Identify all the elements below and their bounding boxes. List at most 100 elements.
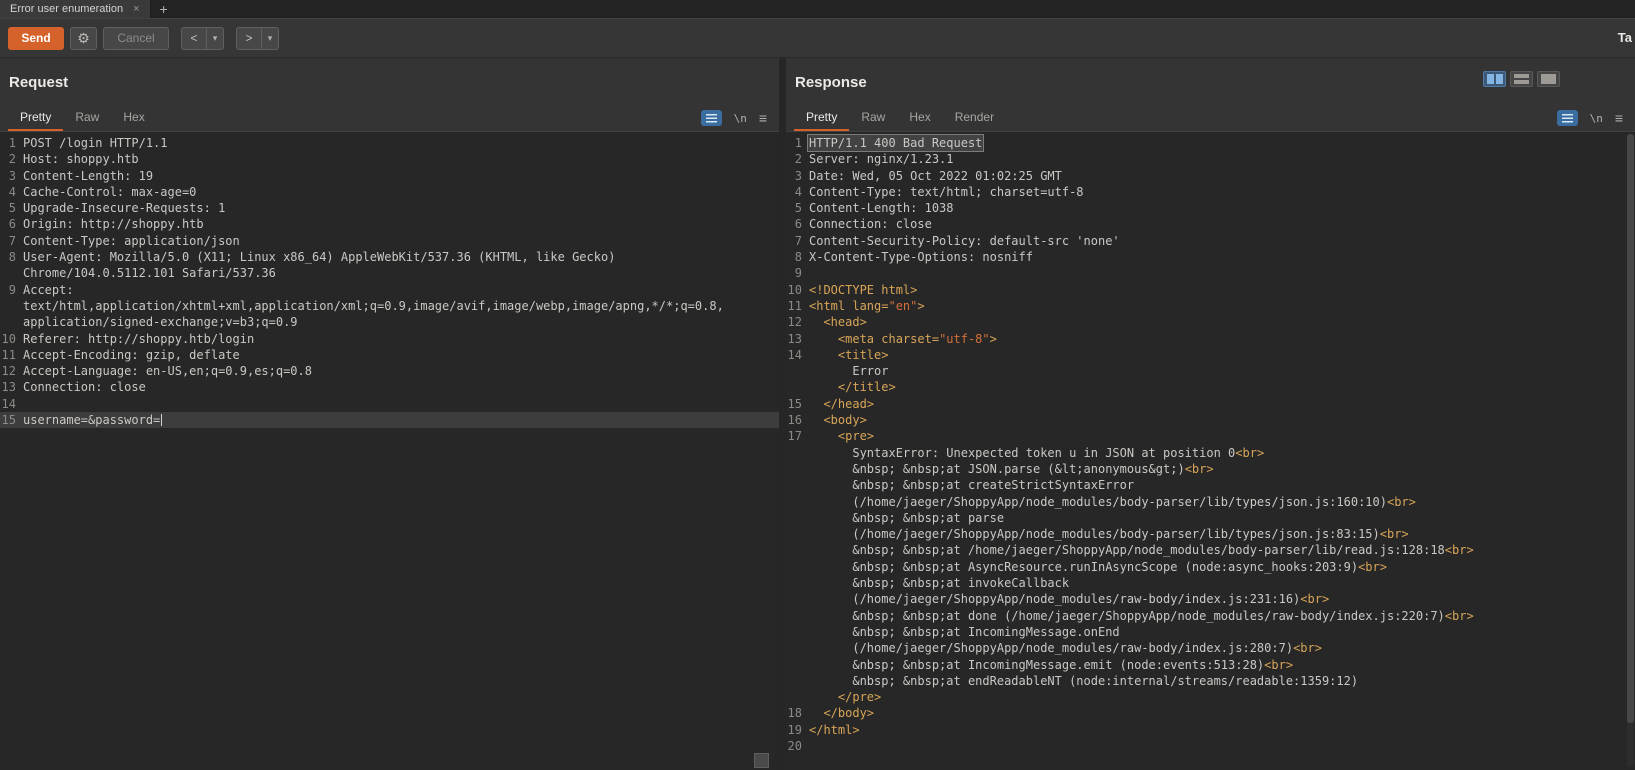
code-line[interactable]: Error — [786, 363, 1635, 379]
layout-rows-button[interactable] — [1510, 71, 1533, 87]
request-editor[interactable]: 1 POST /login HTTP/1.1 2 Host: shoppy.htb 3 C… — [0, 132, 779, 770]
code-line[interactable]: SyntaxError: Unexpected token u in JSON … — [786, 445, 1635, 461]
code-text: Accept-Language: en-US,en;q=0.9,es;q=0.8 — [23, 364, 312, 379]
code-line[interactable]: 4 Content-Type: text/html; charset=utf-8 — [786, 184, 1635, 200]
scrollbar-corner[interactable] — [754, 753, 769, 768]
code-line[interactable]: &nbsp; &nbsp;at JSON.parse (&lt;anonymou… — [786, 461, 1635, 477]
settings-gear-button[interactable]: ⚙ — [70, 26, 97, 50]
code-line[interactable]: 7 Content-Type: application/json — [0, 233, 779, 249]
code-line[interactable]: 18 </body> — [786, 705, 1635, 721]
code-line[interactable]: 2 Host: shoppy.htb — [0, 151, 779, 167]
code-line[interactable]: 19 </html> — [786, 722, 1635, 738]
pretty-print-icon[interactable] — [1556, 110, 1578, 126]
show-newlines-toggle[interactable]: \n — [734, 112, 747, 125]
tab-hex[interactable]: Hex — [897, 106, 942, 131]
layout-columns-button[interactable] — [1483, 71, 1506, 87]
code-line[interactable]: &nbsp; &nbsp;at IncomingMessage.onEnd — [786, 624, 1635, 640]
line-number — [786, 591, 808, 607]
code-line[interactable]: 12 Accept-Language: en-US,en;q=0.9,es;q=0… — [0, 363, 779, 379]
code-line[interactable]: &nbsp; &nbsp;at createStrictSyntaxError — [786, 477, 1635, 493]
code-line[interactable]: 9 Accept: — [0, 282, 779, 298]
editor-menu-icon[interactable]: ≡ — [759, 111, 767, 125]
code-line[interactable]: 8 User-Agent: Mozilla/5.0 (X11; Linux x86… — [0, 249, 779, 265]
repeater-tab-strip: Error user enumeration × + — [0, 0, 1635, 19]
cancel-button[interactable]: Cancel — [103, 26, 169, 50]
new-tab-button[interactable]: + — [151, 0, 177, 18]
code-line[interactable]: (/home/jaeger/ShoppyApp/node_modules/raw… — [786, 640, 1635, 656]
code-line[interactable]: 2 Server: nginx/1.23.1 — [786, 151, 1635, 167]
send-button[interactable]: Send — [8, 26, 64, 50]
code-line[interactable]: &nbsp; &nbsp;at endReadableNT (node:inte… — [786, 673, 1635, 689]
code-line[interactable]: 14 <title> — [786, 347, 1635, 363]
code-line[interactable]: 10 Referer: http://shoppy.htb/login — [0, 331, 779, 347]
pretty-print-icon[interactable] — [700, 110, 722, 126]
code-line[interactable]: Chrome/104.0.5112.101 Safari/537.36 — [0, 265, 779, 281]
code-text: Content-Type: text/html; charset=utf-8 — [809, 184, 1084, 199]
repeater-tab[interactable]: Error user enumeration × — [0, 0, 151, 18]
code-line[interactable]: 6 Origin: http://shoppy.htb — [0, 216, 779, 232]
code-line[interactable]: 11 <html lang="en"> — [786, 298, 1635, 314]
history-back-button[interactable]: < — [181, 26, 207, 50]
tab-hex[interactable]: Hex — [111, 106, 156, 131]
code-line[interactable]: text/html,application/xhtml+xml,applicat… — [0, 298, 779, 314]
code-text: &nbsp; &nbsp;at IncomingMessage.onEnd — [809, 624, 1120, 639]
code-line[interactable]: 1 POST /login HTTP/1.1 — [0, 135, 779, 151]
tab-pretty[interactable]: Pretty — [794, 106, 850, 131]
tab-render[interactable]: Render — [943, 106, 1006, 131]
scrollbar-thumb[interactable] — [1627, 134, 1634, 723]
code-line[interactable]: &nbsp; &nbsp;at done (/home/jaeger/Shopp… — [786, 608, 1635, 624]
code-line[interactable]: 3 Content-Length: 19 — [0, 168, 779, 184]
code-line[interactable]: 11 Accept-Encoding: gzip, deflate — [0, 347, 779, 363]
code-line[interactable]: 15 username=&password= — [0, 412, 779, 429]
code-line[interactable]: &nbsp; &nbsp;at invokeCallback — [786, 575, 1635, 591]
code-line[interactable]: &nbsp; &nbsp;at AsyncResource.runInAsync… — [786, 559, 1635, 575]
code-line[interactable]: (/home/jaeger/ShoppyApp/node_modules/raw… — [786, 591, 1635, 607]
code-text: </title> — [837, 380, 896, 395]
code-line[interactable]: 12 <head> — [786, 314, 1635, 330]
code-line[interactable]: 13 <meta charset="utf-8"> — [786, 331, 1635, 347]
code-text: SyntaxError: Unexpected token u in JSON … — [809, 445, 1265, 460]
code-text: (/home/jaeger/ShoppyApp/node_modules/raw… — [809, 641, 1322, 656]
editor-menu-icon[interactable]: ≡ — [1615, 111, 1623, 125]
code-line[interactable]: 10 <!DOCTYPE html> — [786, 282, 1635, 298]
code-line[interactable]: &nbsp; &nbsp;at parse — [786, 510, 1635, 526]
panel-divider[interactable] — [779, 58, 786, 770]
code-line[interactable]: 17 <pre> — [786, 428, 1635, 444]
code-line[interactable]: 5 Content-Length: 1038 — [786, 200, 1635, 216]
tab-pretty[interactable]: Pretty — [8, 106, 64, 131]
code-line[interactable]: &nbsp; &nbsp;at IncomingMessage.emit (no… — [786, 657, 1635, 673]
close-tab-icon[interactable]: × — [133, 3, 139, 15]
history-forward-dropdown-icon[interactable]: ▾ — [262, 26, 279, 50]
code-line[interactable]: 20 — [786, 738, 1635, 754]
code-line[interactable]: 8 X-Content-Type-Options: nosniff — [786, 249, 1635, 265]
layout-single-button[interactable] — [1537, 71, 1560, 87]
code-line[interactable]: 7 Content-Security-Policy: default-src 'n… — [786, 233, 1635, 249]
code-line[interactable]: 1 HTTP/1.1 400 Bad Request — [786, 133, 1635, 153]
code-line[interactable]: 4 Cache-Control: max-age=0 — [0, 184, 779, 200]
code-line[interactable]: 15 </head> — [786, 396, 1635, 412]
response-editor[interactable]: 1 HTTP/1.1 400 Bad Request 2 Server: nginx/… — [786, 132, 1635, 770]
burp-repeater-window: Error user enumeration × + Send ⚙ Cancel… — [0, 0, 1635, 770]
code-line[interactable]: &nbsp; &nbsp;at /home/jaeger/ShoppyApp/n… — [786, 542, 1635, 558]
tab-raw[interactable]: Raw — [849, 106, 897, 131]
code-line[interactable]: (/home/jaeger/ShoppyApp/node_modules/bod… — [786, 526, 1635, 542]
response-scrollbar[interactable] — [1627, 134, 1634, 767]
code-text: Content-Length: 1038 — [809, 201, 954, 216]
code-line[interactable]: 16 <body> — [786, 412, 1635, 428]
tab-raw[interactable]: Raw — [63, 106, 111, 131]
code-line[interactable]: application/signed-exchange;v=b3;q=0.9 — [0, 314, 779, 330]
code-line[interactable]: 13 Connection: close — [0, 379, 779, 395]
line-number — [786, 624, 808, 640]
code-line[interactable]: </pre> — [786, 689, 1635, 705]
code-line[interactable]: 14 — [0, 396, 779, 412]
show-newlines-toggle[interactable]: \n — [1590, 112, 1603, 125]
code-line[interactable]: 6 Connection: close — [786, 216, 1635, 232]
code-line[interactable]: 9 — [786, 265, 1635, 281]
code-line[interactable]: (/home/jaeger/ShoppyApp/node_modules/bod… — [786, 494, 1635, 510]
code-line[interactable]: 3 Date: Wed, 05 Oct 2022 01:02:25 GMT — [786, 168, 1635, 184]
code-line[interactable]: </title> — [786, 379, 1635, 395]
line-number: 11 — [787, 298, 802, 313]
history-forward-button[interactable]: > — [236, 26, 262, 50]
history-back-dropdown-icon[interactable]: ▾ — [207, 26, 224, 50]
code-line[interactable]: 5 Upgrade-Insecure-Requests: 1 — [0, 200, 779, 216]
